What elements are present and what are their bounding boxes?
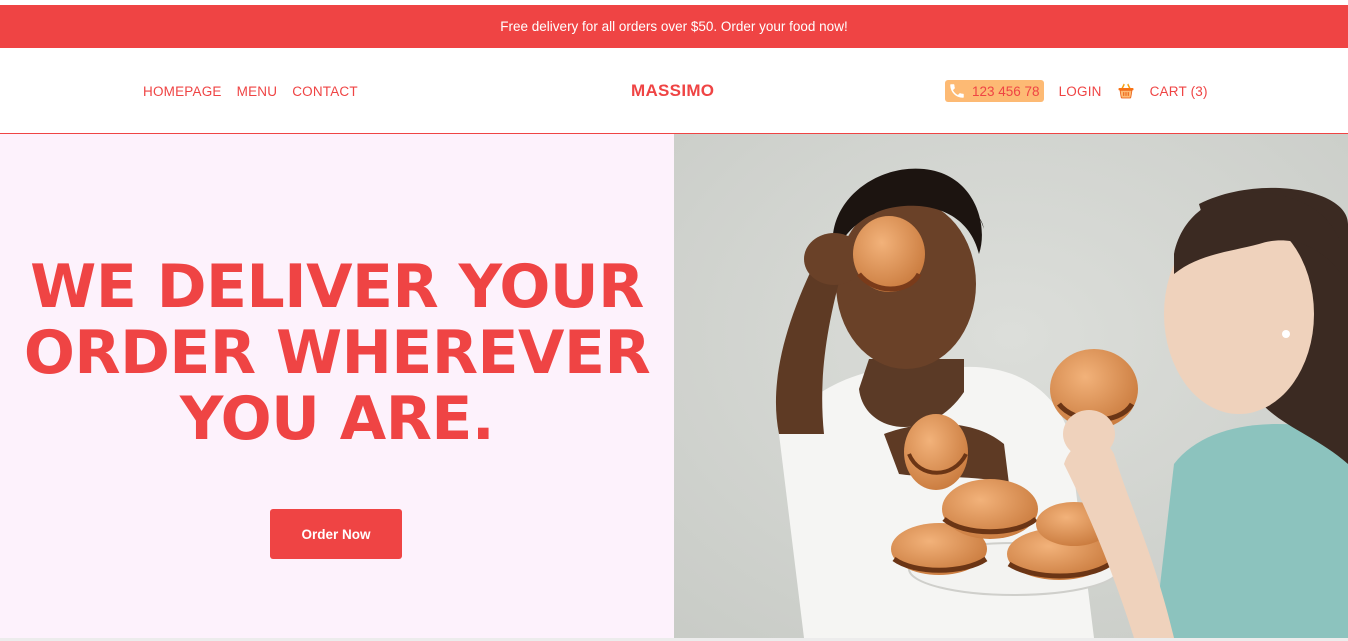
headline-line-1: WE DELIVER YOUR: [30, 252, 644, 322]
nav-contact[interactable]: CONTACT: [292, 84, 358, 99]
header-actions: 123 456 78 LOGIN CART (3): [945, 48, 1208, 134]
nav-homepage[interactable]: HOMEPAGE: [143, 84, 222, 99]
order-now-button[interactable]: Order Now: [270, 509, 402, 559]
promo-banner: Free delivery for all orders over $50. O…: [0, 5, 1348, 48]
hero-text-panel: WE DELIVER YOUR ORDER WHEREVER YOU ARE. …: [0, 134, 674, 638]
hero-image: [674, 134, 1348, 638]
main-nav: HOMEPAGE MENU CONTACT: [143, 48, 358, 134]
hero-headline: WE DELIVER YOUR ORDER WHEREVER YOU ARE.: [0, 254, 674, 452]
site-header: HOMEPAGE MENU CONTACT MASSIMO 123 456 78…: [0, 48, 1348, 134]
phone-button[interactable]: 123 456 78: [945, 80, 1044, 102]
cart-link[interactable]: CART (3): [1150, 84, 1208, 99]
hero-section: WE DELIVER YOUR ORDER WHEREVER YOU ARE. …: [0, 134, 1348, 638]
headline-line-2: ORDER WHEREVER: [23, 318, 651, 388]
headline-line-3: YOU ARE.: [179, 384, 495, 454]
hero-photo-illustration: [674, 134, 1348, 638]
phone-number: 123 456 78: [972, 83, 1040, 99]
brand-logo[interactable]: MASSIMO: [631, 48, 714, 134]
login-link[interactable]: LOGIN: [1059, 84, 1102, 99]
phone-icon: [948, 82, 966, 100]
shopping-basket-icon[interactable]: [1117, 81, 1135, 101]
nav-menu[interactable]: MENU: [237, 84, 278, 99]
promo-text: Free delivery for all orders over $50. O…: [500, 19, 848, 34]
